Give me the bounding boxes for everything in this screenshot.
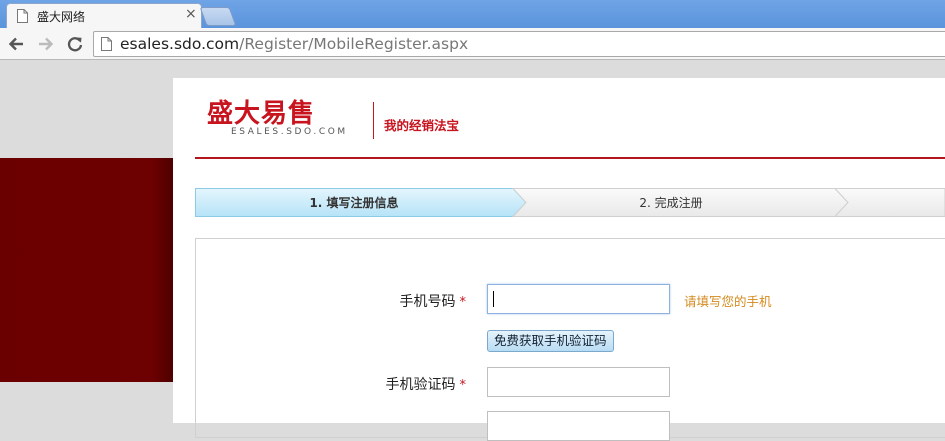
get-sms-code-button[interactable]: 免费获取手机验证码 xyxy=(487,330,614,352)
page-icon xyxy=(17,9,28,23)
new-tab-button[interactable] xyxy=(199,7,237,26)
reload-button[interactable] xyxy=(64,33,86,55)
forward-button[interactable] xyxy=(35,33,57,55)
decorative-band xyxy=(0,158,173,382)
arrow-right-icon xyxy=(39,37,54,51)
page-viewport: 盛大易售 ESALES.SDO.COM 我的经销法宝 1. 填写注册信息 2. … xyxy=(0,61,945,441)
tab-title: 盛大网络 xyxy=(37,10,86,24)
next-field-input[interactable] xyxy=(487,411,670,441)
reload-icon xyxy=(67,37,83,52)
url-text: esales.sdo.com/Register/MobileRegister.a… xyxy=(120,35,468,53)
code-label-text: 手机验证码 xyxy=(385,377,456,393)
slogan: 我的经销法宝 xyxy=(384,118,460,133)
arrow-left-icon xyxy=(8,37,23,51)
browser-tab[interactable]: 盛大网络 × xyxy=(6,3,202,28)
page-icon xyxy=(101,37,112,51)
required-mark: * xyxy=(459,295,467,310)
required-mark: * xyxy=(459,378,467,393)
logo-domain: ESALES.SDO.COM xyxy=(231,127,348,137)
browser-tabbar: 盛大网络 × xyxy=(0,0,945,28)
address-bar[interactable]: esales.sdo.com/Register/MobileRegister.a… xyxy=(93,31,945,57)
header-divider xyxy=(195,157,945,159)
close-icon[interactable]: × xyxy=(185,6,197,22)
url-host: esales.sdo.com xyxy=(120,35,240,53)
step-1: 1. 填写注册信息 xyxy=(309,196,399,210)
text-caret xyxy=(493,291,494,307)
logo-divider xyxy=(373,102,374,139)
sms-code-input[interactable] xyxy=(487,367,670,397)
step-progress: 1. 填写注册信息 2. 完成注册 xyxy=(195,188,945,217)
site-logo[interactable]: 盛大易售 ESALES.SDO.COM xyxy=(207,99,348,137)
step-2: 2. 完成注册 xyxy=(639,196,703,210)
code-label: 手机验证码 * xyxy=(306,374,467,394)
back-button[interactable] xyxy=(5,33,27,55)
main-content: 盛大易售 ESALES.SDO.COM 我的经销法宝 1. 填写注册信息 2. … xyxy=(173,78,945,441)
phone-input[interactable] xyxy=(487,284,670,314)
browser-toolbar: esales.sdo.com/Register/MobileRegister.a… xyxy=(0,28,945,60)
phone-label-text: 手机号码 xyxy=(399,294,456,310)
phone-label: 手机号码 * xyxy=(306,291,467,311)
register-form: 手机号码 * 请填写您的手机 免费获取手机验证码 手机验证码 * xyxy=(195,238,945,441)
phone-hint: 请填写您的手机 xyxy=(684,294,772,309)
url-path: /Register/MobileRegister.aspx xyxy=(239,35,469,53)
logo-text: 盛大易售 xyxy=(207,99,316,129)
